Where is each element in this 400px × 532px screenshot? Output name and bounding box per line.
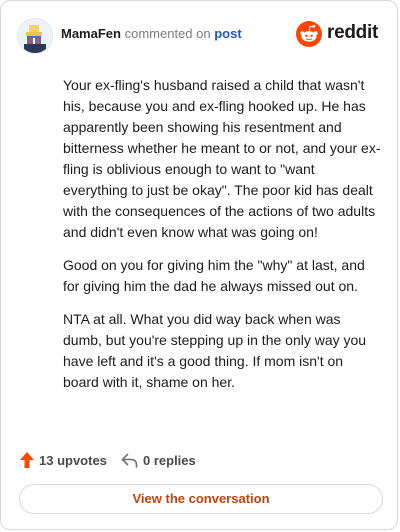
comment-header: MamaFen commented on post reddit (17, 15, 381, 55)
upvote-arrow-icon (20, 452, 34, 468)
username[interactable]: MamaFen (61, 26, 121, 41)
reddit-snoo-icon (296, 21, 322, 47)
commented-on-text: commented on (124, 26, 211, 41)
post-link[interactable]: post (214, 26, 241, 41)
view-conversation-button[interactable]: View the conversation (19, 484, 383, 514)
upvote-count: 13 upvotes (39, 453, 107, 468)
comment-body: Your ex-fling's husband raised a child t… (63, 75, 381, 405)
comment-meta: MamaFen commented on post (61, 26, 242, 41)
comment-card: MamaFen commented on post reddit Your ex… (0, 0, 398, 530)
comment-paragraph: Your ex-fling's husband raised a child t… (63, 77, 381, 240)
reddit-logo[interactable]: reddit (295, 20, 381, 50)
reply-arrow-icon (121, 453, 138, 468)
reddit-wordmark: reddit (327, 22, 378, 43)
reply-count: 0 replies (143, 453, 196, 468)
comment-paragraph: NTA at all. What you did way back when w… (63, 311, 367, 390)
avatar-image (18, 19, 52, 53)
comment-paragraph: Good on you for giving him the "why" at … (63, 257, 365, 294)
avatar[interactable] (17, 18, 53, 54)
